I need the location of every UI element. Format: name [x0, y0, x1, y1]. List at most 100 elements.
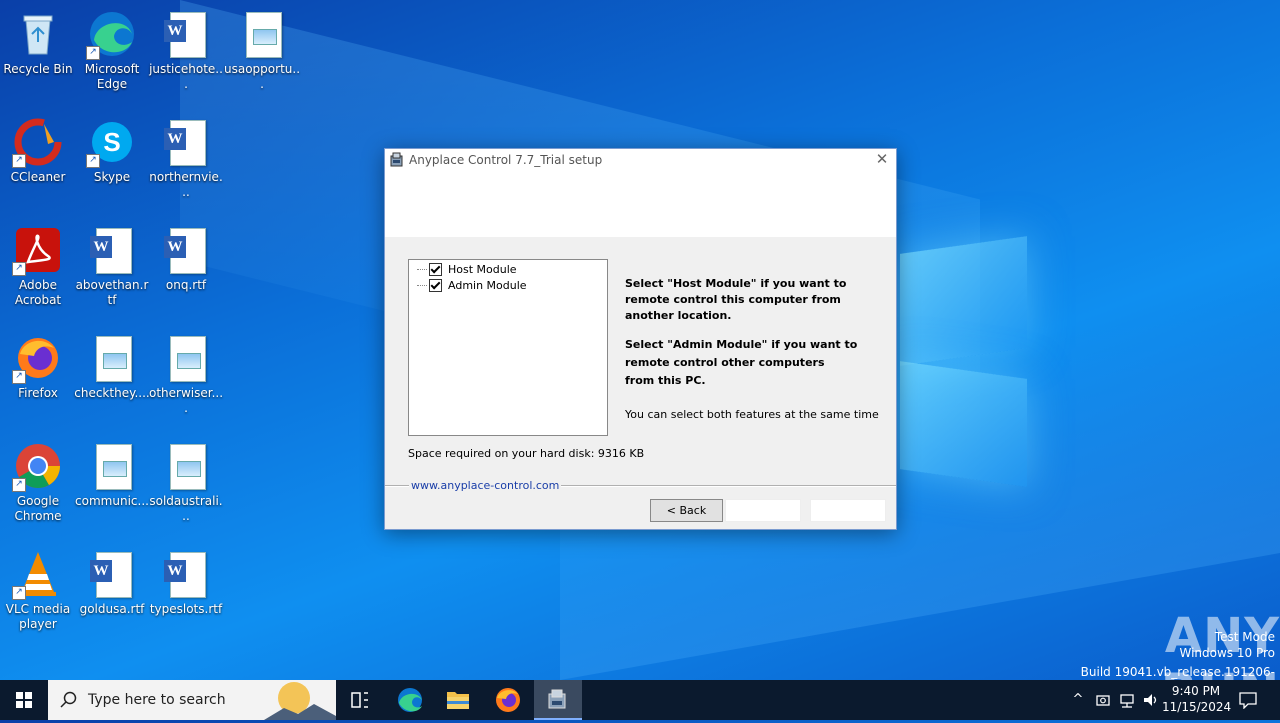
task-view-icon: [351, 692, 368, 708]
vlc-icon: ↗: [12, 550, 62, 600]
desktop-icon-recycle-bin[interactable]: Recycle Bin: [0, 4, 76, 104]
desktop-icon-goldusa[interactable]: W goldusa.rtf: [74, 544, 150, 644]
icon-label: Firefox: [18, 386, 58, 400]
dialog-title: Anyplace Control 7.7_Trial setup: [409, 153, 603, 167]
desktop-icon-communic[interactable]: communic...: [74, 436, 150, 536]
icon-label: Adobe Acrobat: [14, 278, 62, 307]
icon-label: northernvie...: [149, 170, 223, 199]
icon-label: otherwiser....: [148, 386, 224, 415]
shortcut-arrow-icon: ↗: [86, 46, 100, 60]
desktop-icon-ccleaner[interactable]: ↗ CCleaner: [0, 112, 76, 212]
recycle-bin-icon: [14, 10, 62, 58]
admin-module-description-line3: from this PC.: [625, 374, 706, 387]
desktop-icon-checkthey[interactable]: checkthey....: [74, 328, 150, 428]
desktop-icon-onq[interactable]: W onq.rtf: [148, 220, 224, 320]
taskbar-file-explorer[interactable]: [434, 680, 482, 720]
shortcut-arrow-icon: ↗: [12, 586, 26, 600]
notification-icon[interactable]: [1238, 691, 1258, 709]
icon-label: justicehote...: [149, 62, 223, 91]
defender-icon[interactable]: [1094, 691, 1112, 709]
search-placeholder: Type here to search: [88, 692, 226, 708]
desktop-icon-typeslots[interactable]: W typeslots.rtf: [148, 544, 224, 644]
desktop-icon-skype[interactable]: S ↗ Skype: [74, 112, 150, 212]
shortcut-arrow-icon: ↗: [12, 370, 26, 384]
installer-icon: [548, 689, 566, 709]
setup-dialog: Anyplace Control 7.7_Trial setup ✕ Host …: [384, 148, 897, 530]
space-required: Space required on your hard disk: 9316 K…: [408, 447, 645, 460]
desktop-icon-otherwiser[interactable]: otherwiser....: [148, 328, 224, 428]
taskbar: Type here to search ^ 9:40 PM 11/15/2024: [0, 680, 1280, 720]
desktop-icon-adobe-acrobat[interactable]: ↗ Adobe Acrobat: [0, 220, 76, 320]
word-doc-icon: W: [88, 550, 136, 598]
desktop-icon-microsoft-edge[interactable]: ↗ Microsoft Edge: [74, 4, 150, 104]
taskbar-anyplace-setup[interactable]: [534, 680, 582, 720]
task-view-button[interactable]: [336, 680, 384, 720]
shortcut-arrow-icon: ↗: [12, 478, 26, 492]
taskbar-search-box[interactable]: Type here to search: [48, 680, 336, 720]
start-button[interactable]: [0, 680, 48, 720]
image-file-icon: [88, 334, 136, 382]
admin-module-description-line1: Select "Admin Module" if you want to: [625, 338, 858, 351]
volume-icon[interactable]: [1142, 691, 1160, 709]
image-file-icon: [162, 334, 210, 382]
desktop-icon-firefox[interactable]: ↗ Firefox: [0, 328, 76, 428]
desktop-icon-google-chrome[interactable]: ↗ Google Chrome: [0, 436, 76, 536]
word-doc-icon: W: [162, 118, 210, 166]
next-button[interactable]: [725, 499, 801, 522]
shortcut-arrow-icon: ↗: [12, 262, 26, 276]
clock-date: 11/15/2024: [1162, 700, 1232, 714]
desktop-icon-abovethan[interactable]: W abovethan.rtf: [74, 220, 150, 320]
desktop-icon-vlc[interactable]: ↗ VLC media player: [0, 544, 76, 644]
icon-label: typeslots.rtf: [149, 602, 223, 616]
tree-item-label: Host Module: [448, 262, 517, 276]
network-icon[interactable]: [1118, 691, 1136, 709]
taskbar-clock[interactable]: 9:40 PM 11/15/2024: [1162, 683, 1232, 715]
desktop-icon-soldaustrali[interactable]: soldaustrali...: [148, 436, 224, 536]
word-doc-icon: W: [162, 226, 210, 274]
website-link[interactable]: www.anyplace-control.com: [409, 479, 562, 492]
feature-tree: Host Module Admin Module: [408, 259, 608, 436]
word-doc-icon: W: [162, 10, 210, 58]
cancel-button[interactable]: [810, 499, 886, 522]
folder-icon: [447, 692, 469, 709]
chrome-icon: ↗: [12, 442, 62, 492]
edge-icon: ↗: [86, 10, 136, 60]
acrobat-icon: ↗: [12, 226, 62, 276]
search-icon: [60, 691, 77, 708]
image-file-icon: [162, 442, 210, 490]
word-doc-icon: W: [88, 226, 136, 274]
host-module-checkbox[interactable]: [429, 262, 442, 276]
clock-time: 9:40 PM: [1171, 684, 1221, 698]
ccleaner-icon: ↗: [12, 118, 62, 168]
skype-icon: S ↗: [86, 118, 136, 168]
admin-module-checkbox[interactable]: [429, 278, 442, 292]
icon-label: Skype: [93, 170, 131, 184]
desktop-icon-northernvie[interactable]: W northernvie...: [148, 112, 224, 212]
chevron-up-icon[interactable]: ^: [1070, 692, 1086, 708]
desktop-icon-justicehote[interactable]: W justicehote...: [148, 4, 224, 104]
windows-edition-label: Windows 10 Pro: [1179, 646, 1275, 660]
icon-label: goldusa.rtf: [79, 602, 145, 616]
icon-label: VLC media player: [5, 602, 71, 631]
tree-item-host-module[interactable]: Host Module: [417, 261, 517, 277]
taskbar-firefox[interactable]: [484, 680, 532, 720]
tree-item-label: Admin Module: [448, 278, 527, 292]
desktop-icon-usaopportu[interactable]: usaopportu...: [224, 4, 300, 104]
back-button[interactable]: < Back: [650, 499, 723, 522]
icon-label: communic...: [75, 494, 149, 508]
tree-item-admin-module[interactable]: Admin Module: [417, 277, 527, 293]
host-module-description: Select "Host Module" if you want to remo…: [625, 277, 847, 322]
search-highlight-image-icon: [264, 682, 336, 720]
windows-logo-pane: [900, 361, 1027, 487]
both-features-note: You can select both features at the same…: [625, 408, 879, 421]
firefox-icon: [496, 688, 520, 712]
icon-label: Recycle Bin: [3, 62, 73, 76]
icon-label: checkthey....: [74, 386, 150, 400]
dialog-titlebar[interactable]: Anyplace Control 7.7_Trial setup ✕: [385, 149, 896, 171]
windows-start-icon: [16, 692, 32, 708]
icon-label: CCleaner: [10, 170, 66, 184]
close-icon[interactable]: ✕: [874, 151, 890, 167]
taskbar-edge[interactable]: [386, 680, 434, 720]
icon-label: Microsoft Edge: [84, 62, 140, 91]
test-mode-label: Test Mode: [1214, 630, 1275, 644]
